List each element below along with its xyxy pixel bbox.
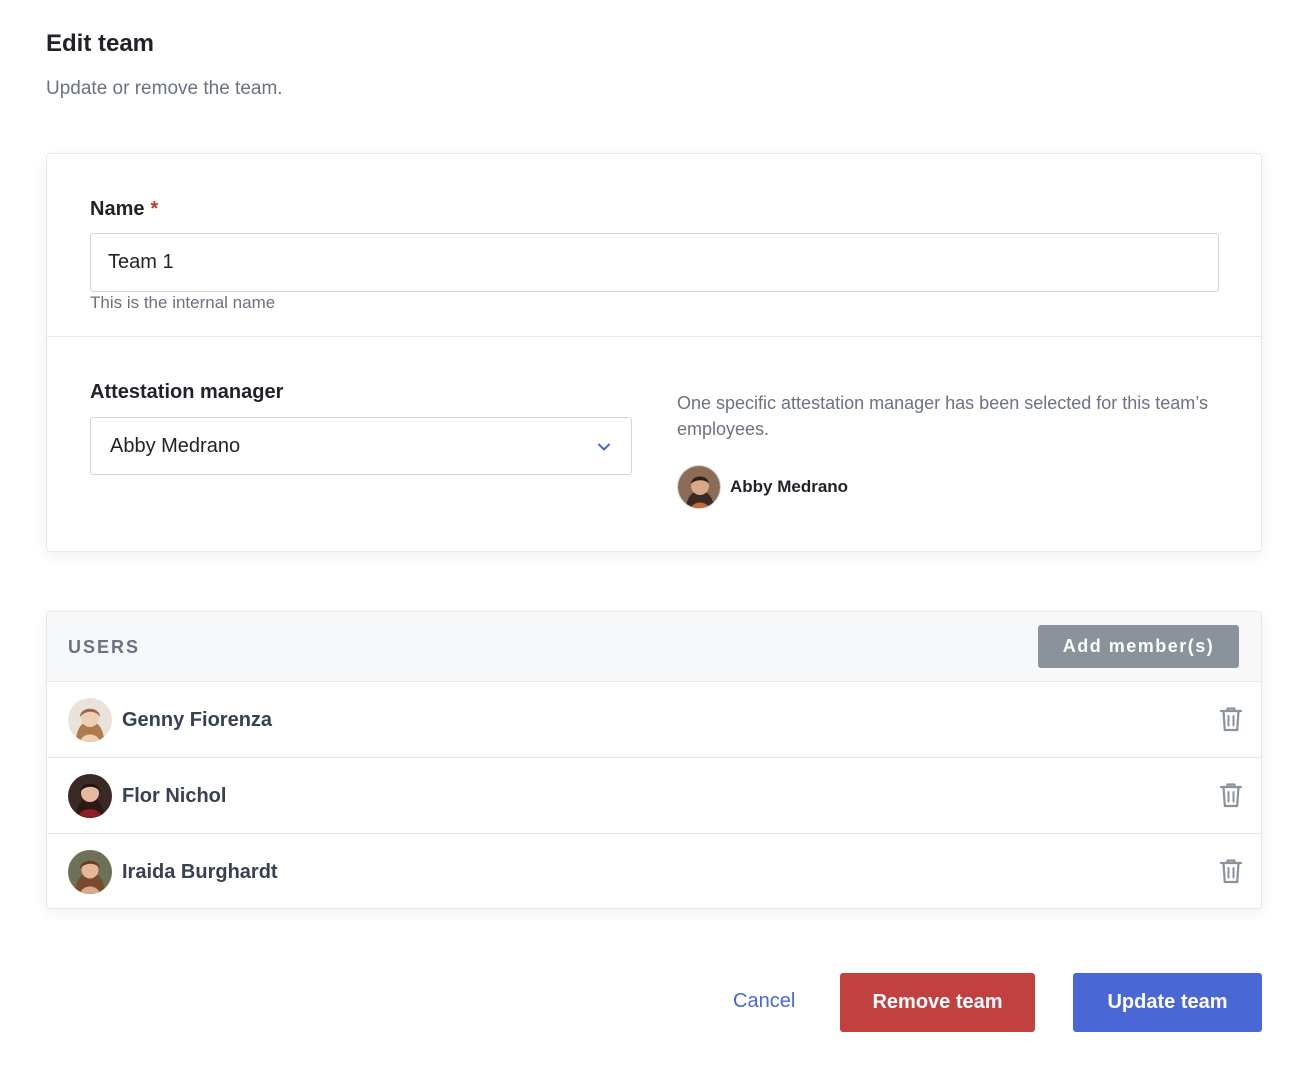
edit-team-page: Edit team Update or remove the team. Nam… [0,0,1314,1080]
trash-icon[interactable] [1218,781,1244,809]
name-help-text: This is the internal name [90,293,276,312]
add-members-button[interactable]: Add member(s) [1038,625,1239,668]
user-name: Genny Fiorenza [122,709,273,731]
user-row: Flor Nichol [47,758,1261,834]
users-title: USERS [68,637,141,657]
users-card: USERS Add member(s) Genny Fiorenza Flor … [46,611,1262,909]
user-name: Iraida Burghardt [122,861,278,883]
trash-icon[interactable] [1218,857,1244,885]
attestation-manager-label: Attestation manager [90,381,284,403]
avatar [68,850,112,894]
user-row: Iraida Burghardt [47,834,1261,908]
page-title: Edit team [46,30,155,57]
attestation-manager-note: One specific attestation manager has bee… [677,393,1208,439]
trash-icon[interactable] [1218,705,1244,733]
name-label-text: Name [90,198,145,220]
attestation-manager-value: Abby Medrano [110,435,241,457]
users-header: USERS Add member(s) [47,612,1261,682]
team-name-input[interactable] [90,233,1219,292]
selected-manager-name: Abby Medrano [730,477,849,496]
remove-team-button[interactable]: Remove team [840,973,1035,1032]
name-label: Name * [90,198,158,221]
team-settings-card: Name* This is the internal name Attestat… [46,153,1262,552]
avatar [68,774,112,818]
update-team-button[interactable]: Update team [1073,973,1262,1032]
avatar [677,465,721,509]
user-name: Flor Nichol [122,785,227,807]
attestation-manager-select[interactable]: Abby Medrano [90,417,632,475]
cancel-button[interactable]: Cancel [733,990,795,1013]
page-subtitle: Update or remove the team. [46,78,283,99]
user-row: Genny Fiorenza [47,682,1261,758]
avatar [68,698,112,742]
name-section: Name* This is the internal name [47,154,1261,337]
required-mark: * [150,198,159,220]
chevron-down-icon [598,443,610,451]
